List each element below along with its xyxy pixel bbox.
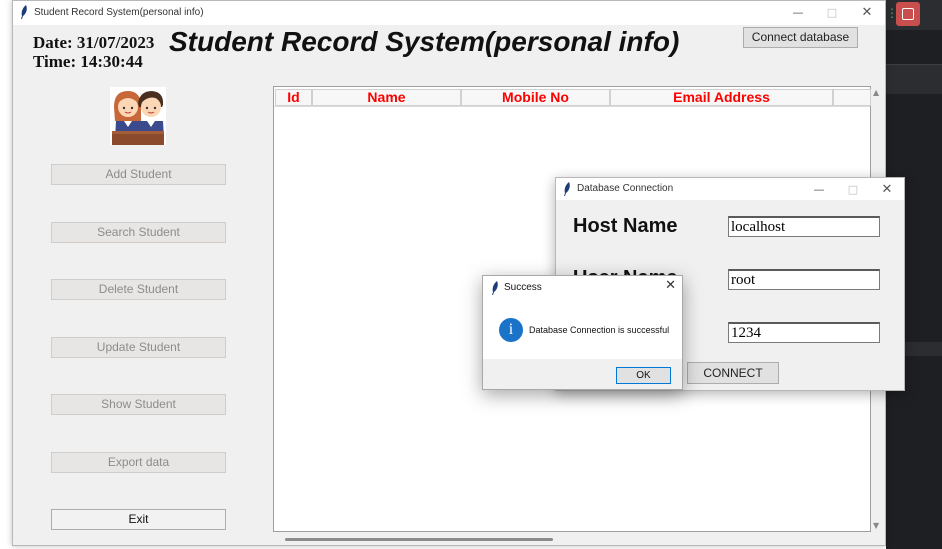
exit-button[interactable]: Exit: [51, 509, 226, 530]
feather-icon: [492, 281, 498, 295]
export-data-button[interactable]: Export data: [51, 452, 226, 473]
column-header-mobile[interactable]: Mobile No: [461, 89, 610, 106]
success-dialog: Success ✕ i Database Connection is succe…: [482, 275, 683, 390]
maximize-button[interactable]: □: [815, 3, 849, 23]
connect-database-button[interactable]: Connect database: [743, 27, 858, 48]
scroll-down-icon[interactable]: ▼: [873, 521, 879, 530]
feather-icon: [21, 5, 27, 19]
db-titlebar: Database Connection — □ ✕: [556, 178, 904, 200]
host-name-label: Host Name: [573, 215, 678, 237]
scroll-up-icon[interactable]: ▲: [873, 88, 879, 97]
time-label: Time: 14:30:44: [33, 52, 143, 71]
app-title: Student Record System(personal info): [169, 26, 680, 57]
db-maximize-button[interactable]: □: [836, 180, 870, 200]
success-message: Database Connection is successful: [529, 325, 670, 335]
main-titlebar: Student Record System(personal info) — □…: [13, 1, 885, 25]
minimize-button[interactable]: —: [781, 3, 815, 23]
column-header-name[interactable]: Name: [312, 89, 461, 106]
password-input[interactable]: 1234: [728, 322, 880, 343]
add-student-button[interactable]: Add Student: [51, 164, 226, 185]
ide-tab-strip: [886, 64, 942, 94]
date-label: Date: 31/07/2023: [33, 33, 155, 52]
column-header-extra: [833, 89, 871, 106]
table-horizontal-scrollbar[interactable]: [285, 538, 553, 541]
feather-icon: [564, 182, 570, 196]
ide-stop-icon[interactable]: [896, 2, 920, 26]
success-close-icon[interactable]: ✕: [665, 278, 676, 293]
success-dialog-title: Success: [504, 282, 542, 293]
info-icon: i: [499, 318, 523, 342]
host-name-input[interactable]: localhost: [728, 216, 880, 237]
update-student-button[interactable]: Update Student: [51, 337, 226, 358]
students-avatar-icon: [110, 87, 166, 145]
show-student-button[interactable]: Show Student: [51, 394, 226, 415]
search-student-button[interactable]: Search Student: [51, 222, 226, 243]
db-minimize-button[interactable]: —: [802, 180, 836, 200]
db-close-button[interactable]: ✕: [870, 180, 904, 200]
db-connect-button[interactable]: CONNECT: [687, 362, 779, 384]
user-name-input[interactable]: root: [728, 269, 880, 290]
close-button[interactable]: ✕: [850, 3, 884, 23]
main-window-title: Student Record System(personal info): [34, 7, 204, 18]
table-header: Id Name Mobile No Email Address: [274, 87, 871, 107]
delete-student-button[interactable]: Delete Student: [51, 279, 226, 300]
column-header-id[interactable]: Id: [275, 89, 312, 106]
ok-button[interactable]: OK: [616, 367, 671, 384]
column-header-email[interactable]: Email Address: [610, 89, 833, 106]
db-window-title: Database Connection: [577, 183, 674, 194]
